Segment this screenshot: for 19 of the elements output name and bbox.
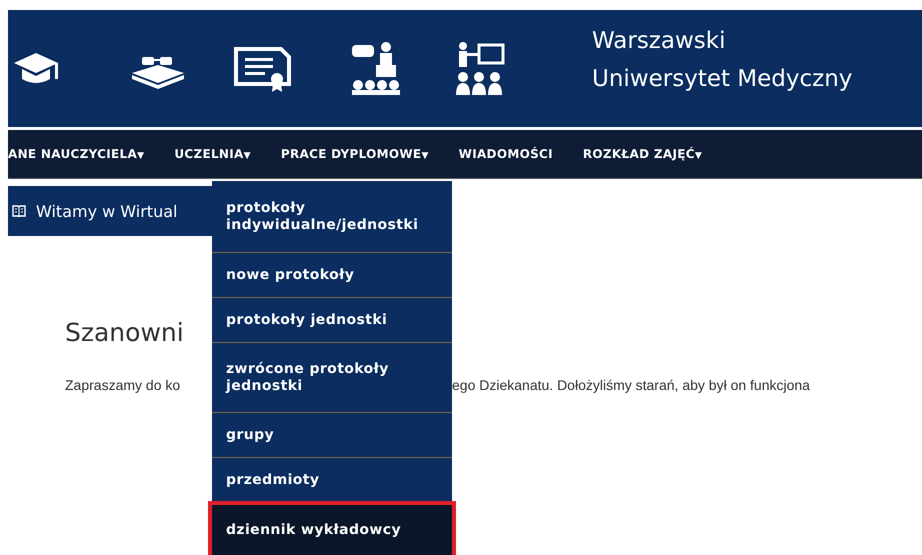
nav-menu-item[interactable]: ANE NAUCZYCIELA▼	[8, 147, 144, 161]
nav-menu-item[interactable]: UCZELNIA▼	[174, 147, 251, 161]
university-name: Uniwersytet Medyczny	[592, 64, 854, 94]
dropdown-menu-item[interactable]: grupy	[212, 413, 452, 458]
welcome-paragraph: Zapraszamy do ko	[65, 377, 180, 393]
dropdown-menu-item[interactable]: dziennik wykładowcy	[210, 503, 454, 555]
certificate-icon[interactable]	[233, 46, 293, 92]
dropdown-menu-item[interactable]: protokoły jednostki	[212, 298, 452, 343]
welcome-paragraph: ego Dziekanatu. Dołożyliśmy starań, aby był on funkcjona	[452, 377, 810, 393]
dropdown-menu-item[interactable]: nowe protokoły	[212, 253, 452, 298]
dropdown-menu-item[interactable]: protokoły indywidualne/jednostki	[212, 181, 452, 253]
nav-menu-item[interactable]: ROZKŁAD ZAJĘĆ▼	[582, 147, 702, 161]
dropdown-menu-item[interactable]: zwrócone protokoły jednostki	[212, 343, 452, 413]
university-name: Warszawski	[592, 26, 726, 56]
open-book-icon	[12, 205, 26, 217]
welcome-text: Witamy w Wirtual	[36, 202, 178, 220]
nav-menu-item[interactable]: WIADOMOŚCI	[458, 147, 553, 161]
greeting-heading: Szanowni	[65, 318, 184, 347]
nav-menu-item[interactable]: PRACE DYPLOMOWE▼	[280, 147, 429, 161]
